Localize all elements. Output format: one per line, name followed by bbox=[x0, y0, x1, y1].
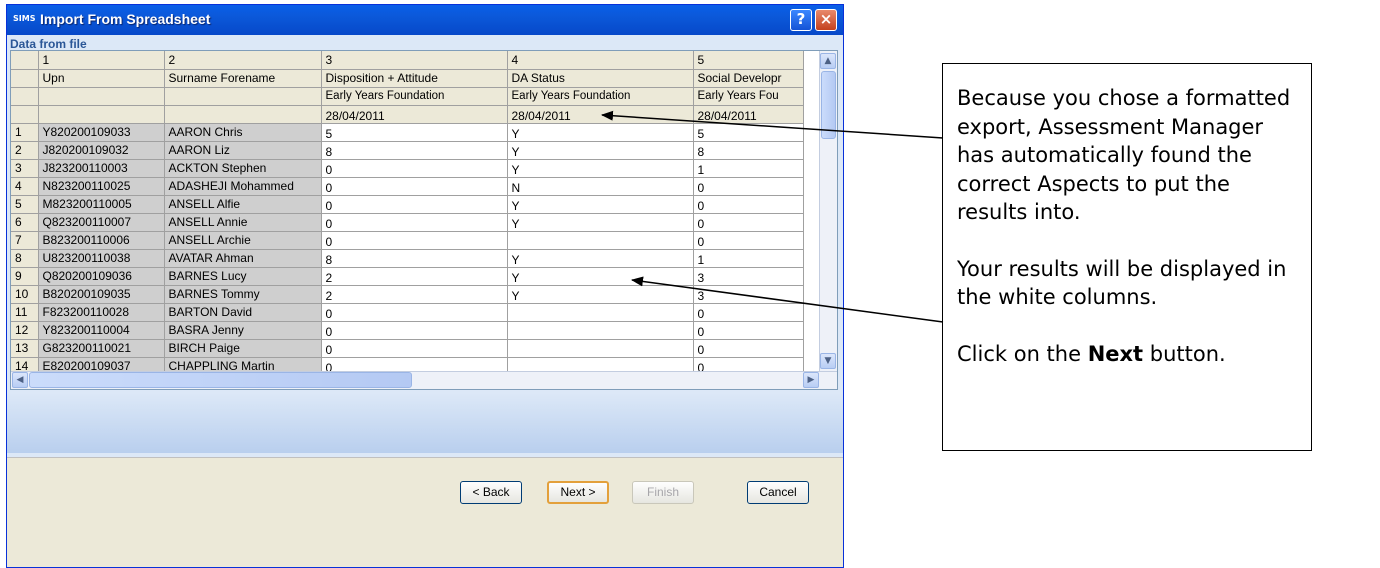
arrow-to-aspect-header bbox=[601, 110, 944, 139]
arrow-to-white-columns bbox=[631, 276, 944, 323]
callout-arrows bbox=[601, 110, 944, 323]
